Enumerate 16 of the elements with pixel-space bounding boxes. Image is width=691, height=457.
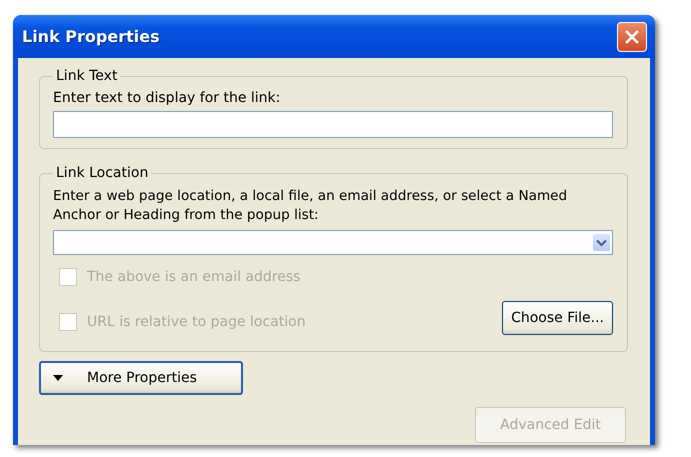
more-properties-button[interactable]: More Properties (39, 361, 243, 395)
choose-file-button[interactable]: Choose File... (502, 301, 613, 335)
close-button[interactable] (617, 22, 647, 52)
dropdown-button[interactable] (593, 234, 610, 251)
chevron-down-icon (596, 238, 607, 246)
checkbox-label: URL is relative to page location (87, 314, 306, 330)
group-legend: Link Text (53, 68, 120, 84)
field-label: Enter a web page location, a local file, an email address, or select a Named Anchor or Heading from the popup list: (53, 187, 568, 225)
location-combo-box[interactable] (53, 230, 613, 255)
group-legend: Link Location (53, 165, 152, 181)
field-label: Enter text to display for the link: (53, 90, 282, 106)
checkbox-label: The above is an email address (87, 269, 300, 285)
triangle-down-icon (53, 375, 63, 381)
window-title: Link Properties (22, 27, 160, 46)
close-icon (624, 28, 640, 44)
link-text-field[interactable] (53, 111, 613, 138)
